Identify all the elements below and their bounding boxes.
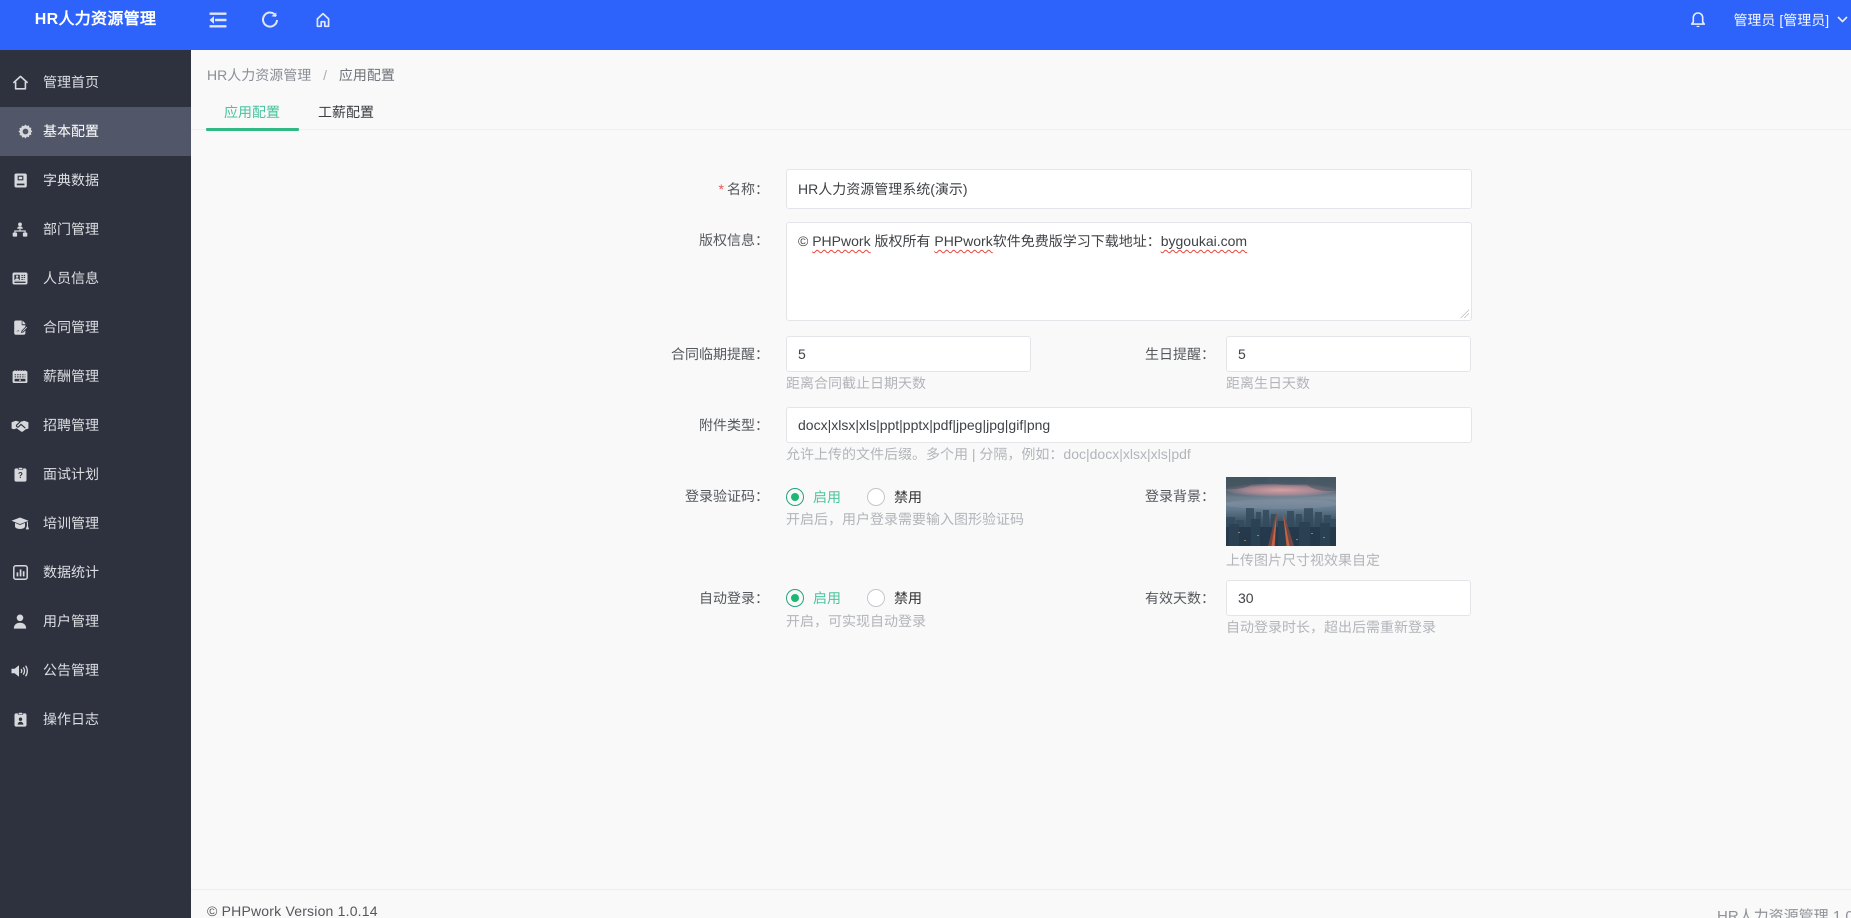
svg-text:?: ?	[18, 471, 23, 480]
